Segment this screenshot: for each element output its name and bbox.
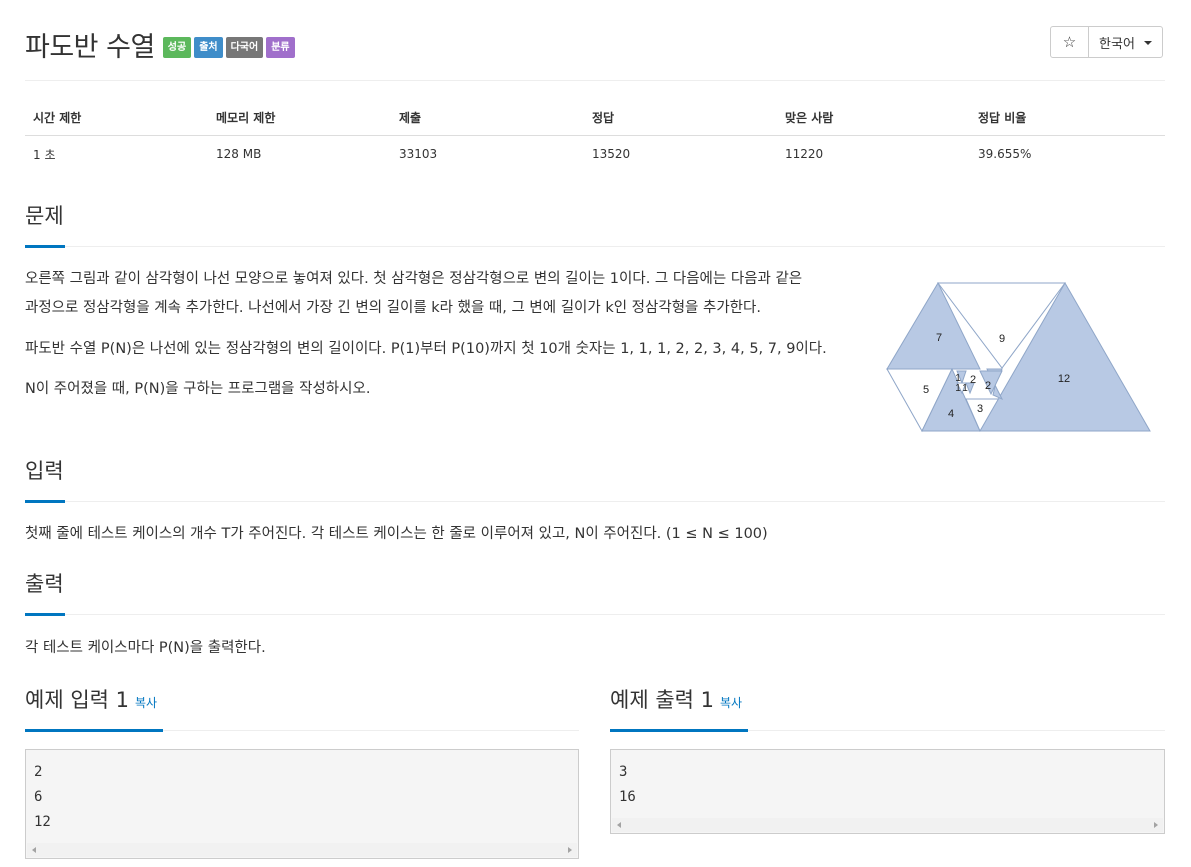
- problem-paragraph-1: 오른쪽 그림과 같이 삼각형이 나선 모양으로 놓여져 있다. 첫 삼각형은 정…: [25, 265, 802, 323]
- sample-output-box[interactable]: 3 16: [610, 749, 1165, 834]
- heading-underline: [25, 613, 65, 616]
- col-header-accepted: 정답: [584, 100, 777, 136]
- copy-sample-input-link[interactable]: 복사: [135, 696, 157, 710]
- problem-info-table: 시간 제한 메모리 제한 제출 정답 맞은 사람 정답 비율 1 초 128 M…: [25, 100, 1165, 172]
- scroll-left-arrow-icon[interactable]: [32, 847, 36, 853]
- submissions-value: 33103: [399, 147, 438, 161]
- table-row: 1 초 128 MB 33103 13520 11220 39.655%: [25, 136, 1165, 173]
- badge-category[interactable]: 분류: [266, 36, 295, 58]
- label-4: 4: [948, 408, 954, 420]
- accepted-value: 13520: [592, 147, 631, 161]
- memory-limit-value: 128 MB: [216, 147, 262, 161]
- label-5: 5: [923, 384, 929, 396]
- col-header-time-limit: 시간 제한: [25, 100, 208, 136]
- label-3: 3: [977, 403, 983, 415]
- table-header-row: 시간 제한 메모리 제한 제출 정답 맞은 사람 정답 비율: [25, 100, 1165, 136]
- input-description: 첫째 줄에 테스트 케이스의 개수 T가 주어진다. 각 테스트 케이스는 한 …: [25, 526, 768, 542]
- sample-input-text: 2 6 12: [34, 764, 51, 830]
- header-divider: [25, 80, 1165, 81]
- heading-underline: [25, 729, 163, 732]
- language-label: 한국어: [1099, 36, 1135, 52]
- badge-multilingual[interactable]: 다국어: [225, 36, 264, 58]
- title-row: 파도반 수열 성공 출처 다국어 분류: [25, 26, 298, 63]
- label-7: 7: [936, 332, 942, 344]
- label-12: 12: [1058, 373, 1070, 385]
- caret-down-icon: [1143, 41, 1152, 45]
- sample-input-header: 예제 입력 1 복사: [25, 684, 579, 732]
- star-button[interactable]: ☆: [1051, 27, 1089, 57]
- input-heading: 입력: [25, 459, 64, 483]
- scroll-right-arrow-icon[interactable]: [568, 847, 572, 853]
- problem-section-header: 문제: [25, 200, 1165, 248]
- col-header-memory-limit: 메모리 제한: [208, 100, 391, 136]
- language-control: ☆ 한국어: [1050, 26, 1163, 58]
- label-1-left: 1: [955, 383, 961, 394]
- time-limit-value: 1 초: [33, 147, 56, 162]
- sample-output-heading: 예제 출력 1: [610, 688, 714, 712]
- output-heading: 출력: [25, 572, 64, 596]
- heading-underline: [610, 729, 748, 732]
- page-title: 파도반 수열: [25, 31, 155, 63]
- ratio-value: 39.655%: [978, 147, 1032, 161]
- heading-underline: [25, 500, 65, 503]
- problem-paragraph-3: N이 주어졌을 때, P(N)을 구하는 프로그램을 작성하시오.: [25, 381, 371, 397]
- problem-paragraph-2: 파도반 수열 P(N)은 나선에 있는 정삼각형의 변의 길이이다. P(1)부…: [25, 341, 827, 357]
- language-dropdown[interactable]: 한국어: [1089, 27, 1162, 57]
- heading-underline: [25, 245, 65, 248]
- output-section-header: 출력: [25, 568, 1165, 616]
- scroll-left-arrow-icon[interactable]: [617, 822, 621, 828]
- label-9: 9: [999, 333, 1005, 345]
- col-header-solvers: 맞은 사람: [777, 100, 970, 136]
- label-2-inner: 2: [970, 374, 976, 386]
- problem-line-2: 과정으로 정삼각형을 계속 추가한다. 나선에서 가장 긴 변의 길이를 k라 …: [25, 300, 761, 316]
- sample-input-box[interactable]: 2 6 12: [25, 749, 579, 859]
- badge-source[interactable]: 출처: [194, 36, 223, 58]
- copy-sample-output-link[interactable]: 복사: [720, 696, 742, 710]
- col-header-ratio: 정답 비율: [970, 100, 1165, 136]
- sample-input-heading: 예제 입력 1: [25, 688, 129, 712]
- padovan-spiral-figure: 7 9 1 2 1 1 5 2 12 4 3: [886, 281, 1151, 433]
- horizontal-scrollbar[interactable]: [612, 818, 1163, 832]
- label-1-right: 1: [962, 383, 968, 394]
- sample-output-title: 예제 출력 1 복사: [610, 684, 742, 714]
- badge-success[interactable]: 성공: [162, 36, 192, 58]
- sample-input-title: 예제 입력 1 복사: [25, 684, 157, 714]
- label-2-outer: 2: [985, 380, 991, 392]
- sample-output-header: 예제 출력 1 복사: [610, 684, 1165, 732]
- problem-heading: 문제: [25, 204, 64, 228]
- col-header-submissions: 제출: [391, 100, 584, 136]
- solvers-value: 11220: [785, 147, 824, 161]
- output-description: 각 테스트 케이스마다 P(N)을 출력한다.: [25, 640, 266, 656]
- sample-output-text: 3 16: [619, 764, 636, 805]
- input-section-header: 입력: [25, 455, 1165, 503]
- star-icon: ☆: [1062, 33, 1077, 51]
- scroll-right-arrow-icon[interactable]: [1154, 822, 1158, 828]
- problem-line-1: 오른쪽 그림과 같이 삼각형이 나선 모양으로 놓여져 있다. 첫 삼각형은 정…: [25, 271, 803, 287]
- horizontal-scrollbar[interactable]: [27, 843, 577, 857]
